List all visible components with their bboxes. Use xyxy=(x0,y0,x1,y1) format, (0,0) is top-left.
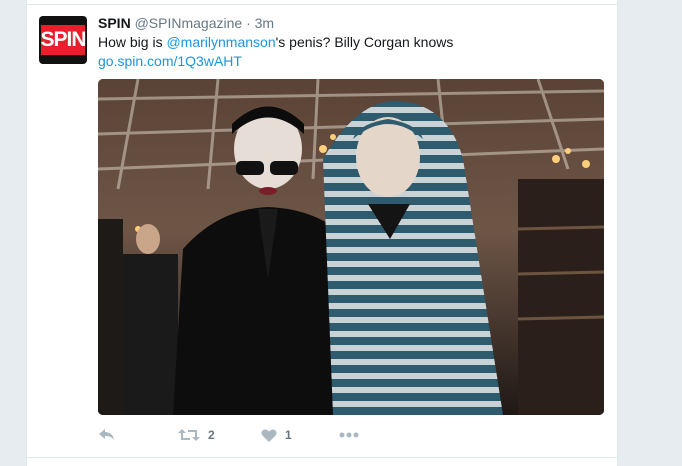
author-handle[interactable]: @SPINmagazine xyxy=(135,15,243,31)
like-count: 1 xyxy=(285,428,292,442)
tweet-text: How big is @marilynmanson's penis? Billy… xyxy=(98,33,598,52)
more-icon xyxy=(339,432,359,438)
author-name[interactable]: SPIN xyxy=(98,15,131,31)
tweet-photo[interactable] xyxy=(98,79,604,415)
heart-icon xyxy=(261,428,277,442)
retweet-button[interactable]: 2 xyxy=(178,424,215,446)
photo-image xyxy=(98,79,604,415)
timeline-column: SPIN SPIN @SPINmagazine · 3m How big is … xyxy=(26,0,618,466)
avatar-logo: SPIN xyxy=(41,25,87,55)
top-divider xyxy=(27,4,617,5)
reply-icon xyxy=(99,429,114,440)
reply-button[interactable] xyxy=(98,424,116,446)
separator-dot: · xyxy=(246,15,251,31)
bottom-divider xyxy=(27,457,617,458)
like-button[interactable]: 1 xyxy=(261,424,292,446)
tweet-actions: 2 1 xyxy=(98,424,398,446)
retweet-icon xyxy=(178,429,200,441)
tweet-text-after: 's penis? Billy Corgan knows xyxy=(275,34,454,50)
mention-link[interactable]: @marilynmanson xyxy=(166,34,275,50)
tweet-timestamp[interactable]: 3m xyxy=(255,15,274,31)
tweet-header: SPIN @SPINmagazine · 3m xyxy=(98,14,274,32)
tweet-url-link[interactable]: go.spin.com/1Q3wAHT xyxy=(98,52,242,71)
more-button[interactable] xyxy=(339,424,359,446)
retweet-count: 2 xyxy=(208,428,215,442)
avatar[interactable]: SPIN xyxy=(39,16,87,64)
tweet-text-before: How big is xyxy=(98,34,167,50)
